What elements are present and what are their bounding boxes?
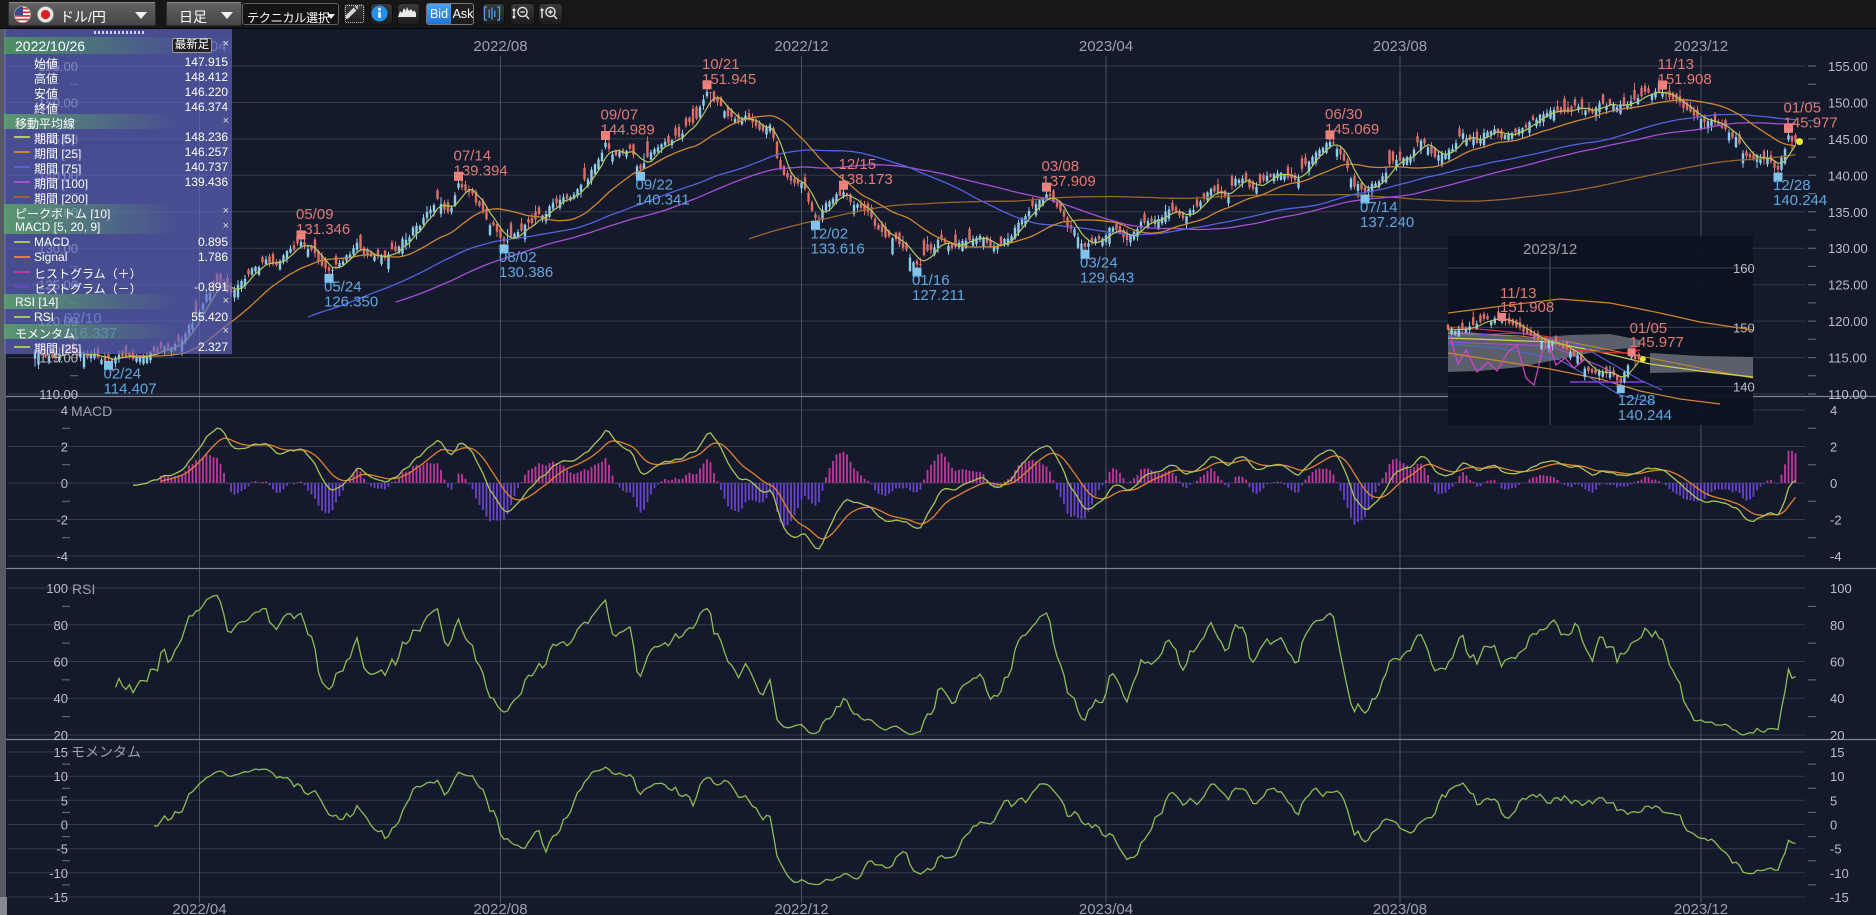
svg-text:60: 60 (54, 655, 68, 670)
svg-text:2023/12: 2023/12 (1674, 38, 1728, 55)
svg-text:RSI: RSI (72, 581, 95, 597)
svg-text:133.616: 133.616 (811, 240, 865, 257)
svg-text:0: 0 (1830, 818, 1837, 833)
svg-text:131.346: 131.346 (296, 221, 350, 238)
svg-text:2023/04: 2023/04 (1079, 901, 1133, 915)
svg-text:2: 2 (61, 440, 68, 455)
svg-text:15: 15 (54, 745, 68, 760)
svg-text:150.00: 150.00 (1828, 95, 1868, 110)
svg-text:2023/08: 2023/08 (1373, 901, 1427, 915)
svg-text:15: 15 (1830, 745, 1844, 760)
svg-text:-2: -2 (56, 513, 68, 528)
svg-text:145.00: 145.00 (1828, 132, 1868, 147)
svg-text:100: 100 (1830, 581, 1852, 596)
svg-text:2023/04: 2023/04 (1079, 38, 1133, 55)
svg-text:10: 10 (1830, 769, 1844, 784)
svg-text:60: 60 (1830, 655, 1844, 670)
svg-text:139.394: 139.394 (454, 162, 508, 179)
svg-text:2023/12: 2023/12 (1674, 901, 1728, 915)
svg-text:151.908: 151.908 (1500, 299, 1554, 316)
svg-text:151.908: 151.908 (1658, 71, 1712, 88)
svg-text:125.00: 125.00 (1828, 278, 1868, 293)
svg-text:155.00: 155.00 (1828, 59, 1868, 74)
svg-text:-10: -10 (49, 866, 68, 881)
svg-text:2022/08: 2022/08 (473, 901, 527, 915)
svg-text:4: 4 (61, 403, 68, 418)
svg-text:2: 2 (1830, 440, 1837, 455)
svg-text:126.350: 126.350 (324, 293, 378, 310)
svg-text:114.407: 114.407 (104, 380, 157, 397)
svg-text:144.989: 144.989 (601, 122, 655, 139)
svg-text:138.173: 138.173 (839, 171, 893, 188)
svg-text:-15: -15 (1830, 890, 1849, 905)
svg-text:145.977: 145.977 (1630, 334, 1684, 351)
svg-text:40: 40 (54, 691, 68, 706)
svg-text:110.00: 110.00 (39, 387, 78, 402)
svg-text:151.945: 151.945 (702, 71, 756, 88)
svg-text:2022/08: 2022/08 (473, 38, 527, 55)
svg-text:-10: -10 (1830, 866, 1849, 881)
svg-text:140.244: 140.244 (1618, 407, 1672, 424)
svg-text:5: 5 (1830, 793, 1837, 808)
svg-text:130.00: 130.00 (1828, 241, 1868, 256)
svg-text:137.240: 137.240 (1360, 214, 1414, 231)
svg-text:-4: -4 (56, 549, 68, 564)
svg-text:0: 0 (61, 818, 68, 833)
svg-text:80: 80 (54, 618, 68, 633)
svg-text:MACD: MACD (71, 403, 112, 419)
svg-text:127.211: 127.211 (912, 287, 965, 304)
svg-text:40: 40 (1830, 691, 1844, 706)
svg-text:2022/12: 2022/12 (774, 901, 828, 915)
svg-text:20: 20 (54, 728, 68, 743)
svg-text:140.341: 140.341 (636, 191, 690, 208)
svg-text:10: 10 (54, 769, 68, 784)
svg-text:80: 80 (1830, 618, 1844, 633)
svg-text:160: 160 (1733, 261, 1755, 276)
svg-text:20: 20 (1830, 728, 1844, 743)
svg-text:145.977: 145.977 (1784, 114, 1838, 131)
svg-text:135.00: 135.00 (1828, 205, 1868, 220)
svg-text:130.386: 130.386 (499, 264, 553, 281)
svg-text:2022/04: 2022/04 (172, 901, 226, 915)
svg-text:2023/08: 2023/08 (1373, 38, 1427, 55)
svg-text:110.00: 110.00 (1828, 387, 1867, 402)
svg-text:0: 0 (61, 476, 68, 491)
svg-text:140.244: 140.244 (1773, 192, 1827, 209)
svg-text:-15: -15 (49, 890, 68, 905)
svg-text:4: 4 (1830, 403, 1837, 418)
svg-text:100: 100 (46, 581, 68, 596)
svg-text:140: 140 (1733, 380, 1755, 395)
svg-text:-2: -2 (1830, 513, 1842, 528)
svg-text:-5: -5 (1830, 842, 1842, 857)
svg-text:2023/12: 2023/12 (1523, 241, 1577, 258)
svg-text:120.00: 120.00 (1828, 314, 1868, 329)
svg-text:-4: -4 (1830, 549, 1842, 564)
svg-text:145.069: 145.069 (1325, 121, 1379, 138)
svg-text:5: 5 (61, 793, 68, 808)
svg-text:モメンタム: モメンタム (71, 744, 141, 760)
svg-text:2022/12: 2022/12 (774, 38, 828, 55)
svg-text:115.00: 115.00 (1828, 351, 1867, 366)
svg-text:140.00: 140.00 (1828, 168, 1868, 183)
svg-text:137.909: 137.909 (1042, 173, 1096, 190)
svg-text:129.643: 129.643 (1080, 269, 1134, 286)
svg-text:-5: -5 (56, 842, 68, 857)
svg-text:0: 0 (1830, 476, 1837, 491)
